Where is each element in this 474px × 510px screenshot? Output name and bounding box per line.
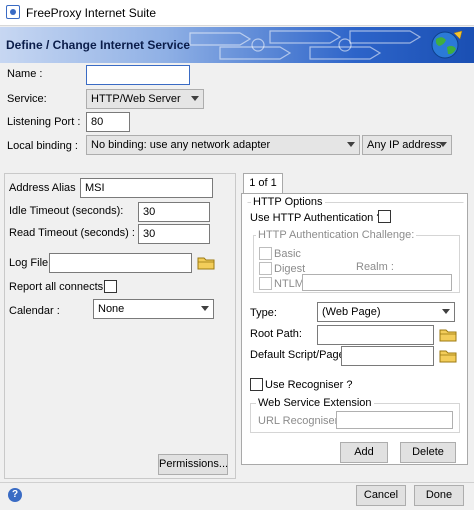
basic-checkbox[interactable] (259, 247, 272, 260)
log-file-input[interactable] (49, 253, 192, 273)
url-recogniser-label: URL Recogniser: (258, 415, 342, 427)
type-select[interactable]: (Web Page) (317, 302, 455, 322)
service-label: Service: (7, 93, 47, 105)
idle-timeout-input[interactable]: 30 (138, 202, 210, 222)
root-path-input[interactable] (317, 325, 434, 345)
chevron-down-icon (191, 96, 199, 101)
ntlm-checkbox[interactable] (259, 277, 272, 290)
service-select[interactable]: HTTP/Web Server (86, 89, 204, 109)
realm-label: Realm : (356, 261, 394, 273)
chevron-down-icon (439, 142, 447, 147)
globe-icon (431, 30, 463, 59)
digest-checkbox[interactable] (259, 262, 272, 275)
permissions-button[interactable]: Permissions... (158, 454, 228, 475)
realm-input[interactable] (302, 274, 452, 291)
done-button[interactable]: Done (414, 485, 464, 506)
use-recogniser-label: Use Recogniser ? (265, 379, 353, 391)
name-input[interactable] (86, 65, 190, 85)
auth-challenge-label: HTTP Authentication Challenge: (256, 229, 417, 241)
address-alias-input[interactable]: MSI (80, 178, 213, 198)
address-alias-label: Address Alias (9, 182, 76, 194)
chevron-down-icon (347, 142, 355, 147)
type-label: Type: (250, 307, 277, 319)
folder-icon[interactable] (196, 254, 216, 272)
use-recogniser-checkbox[interactable] (250, 378, 263, 391)
local-binding-value: No binding: use any network adapter (91, 139, 271, 151)
chevron-down-icon (201, 306, 209, 311)
default-script-label: Default Script/Page: (250, 349, 348, 361)
basic-label: Basic (274, 248, 301, 260)
idle-timeout-label: Idle Timeout (seconds): (9, 205, 124, 217)
title-bar: FreeProxy Internet Suite (0, 0, 474, 26)
http-options-label: HTTP Options (251, 196, 325, 208)
ip-address-value: Any IP address (367, 139, 442, 151)
folder-icon[interactable] (438, 347, 458, 365)
report-connects-label: Report all connects ? (9, 281, 113, 293)
ip-address-select[interactable]: Any IP address (362, 135, 452, 155)
digest-label: Digest (274, 263, 306, 275)
url-recogniser-input[interactable] (336, 411, 453, 429)
listening-port-input[interactable]: 80 (86, 112, 130, 132)
delete-button[interactable]: Delete (400, 442, 456, 463)
type-select-value: (Web Page) (322, 306, 381, 318)
header-banner: Define / Change Internet Service (0, 27, 474, 63)
web-service-extension-label: Web Service Extension (256, 397, 374, 409)
banner-decoration (189, 30, 422, 60)
root-path-label: Root Path: (250, 328, 302, 340)
add-button[interactable]: Add (340, 442, 388, 463)
calendar-label: Calendar : (9, 305, 60, 317)
app-icon (6, 5, 20, 19)
listening-port-label: Listening Port : (7, 116, 81, 128)
local-binding-select[interactable]: No binding: use any network adapter (86, 135, 360, 155)
help-icon[interactable]: ? (8, 488, 22, 502)
use-http-auth-checkbox[interactable] (378, 210, 391, 223)
log-file-label: Log File : (9, 257, 55, 269)
ntlm-label: NTLM (274, 278, 304, 290)
read-timeout-input[interactable]: 30 (138, 224, 210, 244)
read-timeout-label: Read Timeout (seconds) : (9, 227, 135, 239)
report-connects-checkbox[interactable] (104, 280, 117, 293)
tab-1-of-1[interactable]: 1 of 1 (243, 173, 283, 194)
calendar-select-value: None (98, 303, 125, 315)
default-script-input[interactable] (341, 346, 434, 366)
local-binding-label: Local binding : (7, 140, 78, 152)
use-http-auth-label: Use HTTP Authentication ? (250, 212, 383, 224)
service-select-value: HTTP/Web Server (91, 93, 181, 105)
banner-title: Define / Change Internet Service (6, 38, 191, 52)
calendar-select[interactable]: None (93, 299, 214, 319)
chevron-down-icon (442, 309, 450, 314)
window-title: FreeProxy Internet Suite (26, 6, 157, 20)
folder-icon[interactable] (438, 326, 458, 344)
name-label: Name : (7, 68, 43, 80)
cancel-button[interactable]: Cancel (356, 485, 406, 506)
